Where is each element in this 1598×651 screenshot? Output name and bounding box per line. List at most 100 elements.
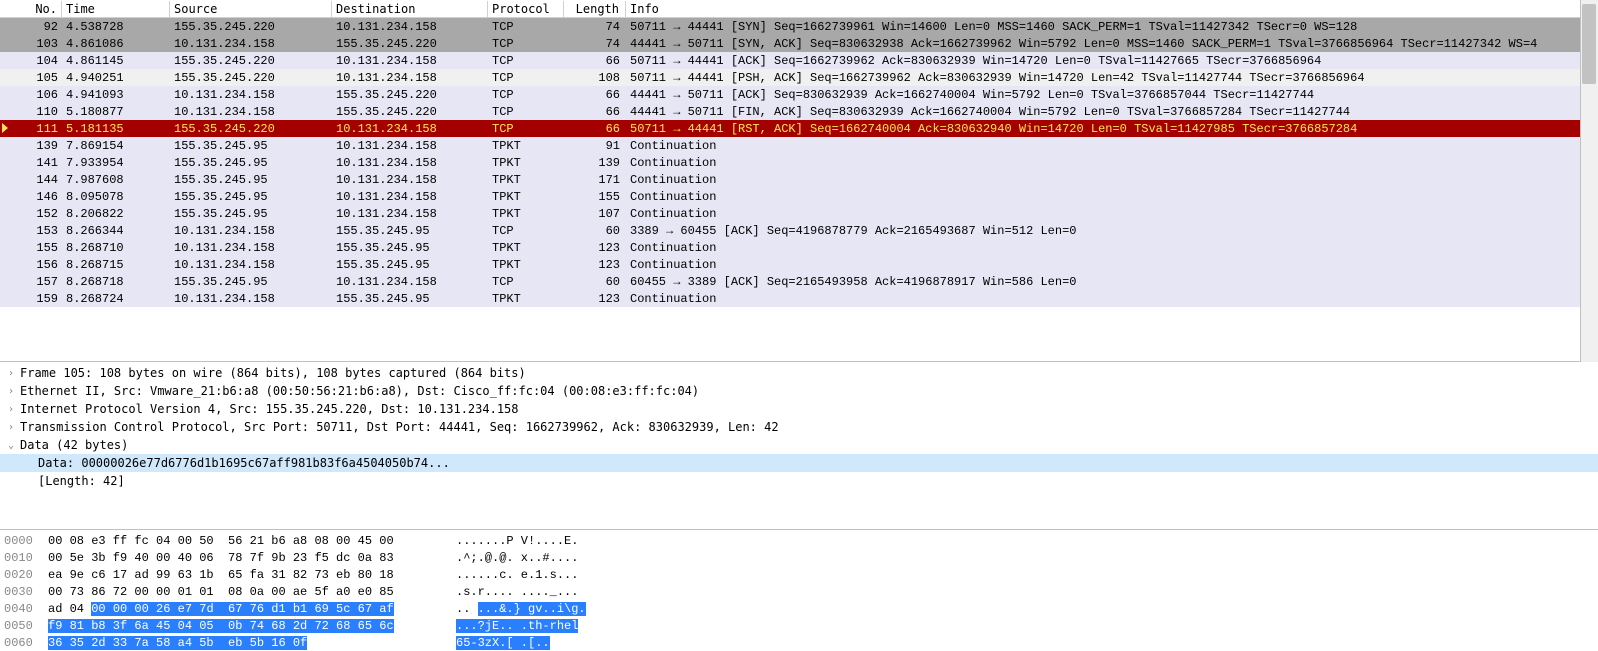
cell-time: 8.268710 xyxy=(62,241,170,255)
scrollbar-thumb[interactable] xyxy=(1582,4,1596,84)
packet-bytes-pane[interactable]: 000000 08 e3 ff fc 04 00 50 56 21 b6 a8 … xyxy=(0,530,1598,651)
cell-len: 66 xyxy=(564,122,626,136)
cell-src: 10.131.234.158 xyxy=(170,292,332,306)
packet-row[interactable]: 1528.206822155.35.245.9510.131.234.158TP… xyxy=(0,205,1598,222)
hex-ascii: ...?jE.. .th-rhel xyxy=(448,619,578,633)
cell-time: 7.869154 xyxy=(62,139,170,153)
cell-no: 111 xyxy=(0,122,62,136)
packet-row[interactable]: 1115.181135155.35.245.22010.131.234.158T… xyxy=(0,120,1598,137)
hex-offset: 0010 xyxy=(4,551,48,565)
cell-src: 10.131.234.158 xyxy=(170,224,332,238)
hex-bytes: 36 35 2d 33 7a 58 a4 5b eb 5b 16 0f xyxy=(48,636,448,650)
packet-row[interactable]: 1558.26871010.131.234.158155.35.245.95TP… xyxy=(0,239,1598,256)
tree-ethernet[interactable]: › Ethernet II, Src: Vmware_21:b6:a8 (00:… xyxy=(0,382,1598,400)
packet-details-pane[interactable]: › Frame 105: 108 bytes on wire (864 bits… xyxy=(0,362,1598,530)
packet-row[interactable]: 1397.869154155.35.245.9510.131.234.158TP… xyxy=(0,137,1598,154)
cell-time: 7.987608 xyxy=(62,173,170,187)
col-header-destination[interactable]: Destination xyxy=(332,1,488,17)
cell-no: 155 xyxy=(0,241,62,255)
chevron-right-icon[interactable]: › xyxy=(4,386,18,397)
col-header-length[interactable]: Length xyxy=(564,1,626,17)
cell-proto: TPKT xyxy=(488,241,564,255)
cell-no: 92 xyxy=(0,20,62,34)
tree-frame[interactable]: › Frame 105: 108 bytes on wire (864 bits… xyxy=(0,364,1598,382)
chevron-right-icon[interactable]: › xyxy=(4,368,18,379)
packet-row[interactable]: 1538.26634410.131.234.158155.35.245.95TC… xyxy=(0,222,1598,239)
packet-row[interactable]: 1064.94109310.131.234.158155.35.245.220T… xyxy=(0,86,1598,103)
cell-no: 105 xyxy=(0,71,62,85)
chevron-down-icon[interactable]: ⌄ xyxy=(4,440,18,451)
col-header-source[interactable]: Source xyxy=(170,1,332,17)
packet-row[interactable]: 1468.095078155.35.245.9510.131.234.158TP… xyxy=(0,188,1598,205)
packet-row[interactable]: 1568.26871510.131.234.158155.35.245.95TP… xyxy=(0,256,1598,273)
packet-row[interactable]: 1578.268718155.35.245.9510.131.234.158TC… xyxy=(0,273,1598,290)
col-header-protocol[interactable]: Protocol xyxy=(488,1,564,17)
packet-row[interactable]: 1034.86108610.131.234.158155.35.245.220T… xyxy=(0,35,1598,52)
packet-row[interactable]: 1105.18087710.131.234.158155.35.245.220T… xyxy=(0,103,1598,120)
hex-row[interactable]: 000000 08 e3 ff fc 04 00 50 56 21 b6 a8 … xyxy=(4,532,1594,549)
cell-src: 155.35.245.95 xyxy=(170,139,332,153)
cell-proto: TCP xyxy=(488,54,564,68)
cell-proto: TPKT xyxy=(488,292,564,306)
cell-no: 144 xyxy=(0,173,62,187)
hex-bytes: 00 73 86 72 00 00 01 01 08 0a 00 ae 5f a… xyxy=(48,585,448,599)
cell-dst: 155.35.245.220 xyxy=(332,37,488,51)
scrollbar[interactable] xyxy=(1580,0,1598,362)
tree-ip[interactable]: › Internet Protocol Version 4, Src: 155.… xyxy=(0,400,1598,418)
col-header-time[interactable]: Time xyxy=(62,1,170,17)
cell-proto: TCP xyxy=(488,71,564,85)
hex-bytes: ea 9e c6 17 ad 99 63 1b 65 fa 31 82 73 e… xyxy=(48,568,448,582)
cell-src: 155.35.245.95 xyxy=(170,156,332,170)
cell-info: Continuation xyxy=(626,258,1598,272)
hex-row[interactable]: 006036 35 2d 33 7a 58 a4 5b eb 5b 16 0f6… xyxy=(4,634,1594,651)
packet-list-header[interactable]: No. Time Source Destination Protocol Len… xyxy=(0,0,1598,18)
hex-ascii: 65-3zX.[ .[.. xyxy=(448,636,550,650)
cell-dst: 10.131.234.158 xyxy=(332,139,488,153)
tree-data-length[interactable]: [Length: 42] xyxy=(0,472,1598,490)
col-header-no[interactable]: No. xyxy=(0,1,62,17)
hex-row[interactable]: 0040ad 04 00 00 00 26 e7 7d 67 76 d1 b1 … xyxy=(4,600,1594,617)
packet-row[interactable]: 924.538728155.35.245.22010.131.234.158TC… xyxy=(0,18,1598,35)
cell-proto: TCP xyxy=(488,105,564,119)
cell-no: 110 xyxy=(0,105,62,119)
tree-ip-text: Internet Protocol Version 4, Src: 155.35… xyxy=(18,402,519,416)
hex-row[interactable]: 001000 5e 3b f9 40 00 40 06 78 7f 9b 23 … xyxy=(4,549,1594,566)
cell-src: 10.131.234.158 xyxy=(170,88,332,102)
cell-info: Continuation xyxy=(626,190,1598,204)
cell-dst: 10.131.234.158 xyxy=(332,122,488,136)
packet-list-pane[interactable]: No. Time Source Destination Protocol Len… xyxy=(0,0,1598,362)
cell-src: 10.131.234.158 xyxy=(170,105,332,119)
packet-row[interactable]: 1417.933954155.35.245.9510.131.234.158TP… xyxy=(0,154,1598,171)
cell-info: Continuation xyxy=(626,173,1598,187)
cell-time: 8.268718 xyxy=(62,275,170,289)
cell-info: 44441 → 50711 [FIN, ACK] Seq=830632939 A… xyxy=(626,105,1598,119)
hex-row[interactable]: 0020ea 9e c6 17 ad 99 63 1b 65 fa 31 82 … xyxy=(4,566,1594,583)
chevron-right-icon[interactable]: › xyxy=(4,404,18,415)
packet-row[interactable]: 1447.987608155.35.245.9510.131.234.158TP… xyxy=(0,171,1598,188)
tree-data-value[interactable]: Data: 00000026e77d6776d1b1695c67aff981b8… xyxy=(0,454,1598,472)
packet-row[interactable]: 1044.861145155.35.245.22010.131.234.158T… xyxy=(0,52,1598,69)
cell-no: 106 xyxy=(0,88,62,102)
cell-len: 66 xyxy=(564,54,626,68)
hex-row[interactable]: 003000 73 86 72 00 00 01 01 08 0a 00 ae … xyxy=(4,583,1594,600)
cell-no: 104 xyxy=(0,54,62,68)
cell-dst: 155.35.245.95 xyxy=(332,292,488,306)
packet-list-body[interactable]: 924.538728155.35.245.22010.131.234.158TC… xyxy=(0,18,1598,307)
cell-proto: TPKT xyxy=(488,190,564,204)
cell-len: 108 xyxy=(564,71,626,85)
cell-time: 8.268715 xyxy=(62,258,170,272)
tree-tcp[interactable]: › Transmission Control Protocol, Src Por… xyxy=(0,418,1598,436)
cell-len: 107 xyxy=(564,207,626,221)
cell-src: 10.131.234.158 xyxy=(170,241,332,255)
tree-data-header[interactable]: ⌄ Data (42 bytes) xyxy=(0,436,1598,454)
cell-proto: TPKT xyxy=(488,156,564,170)
cell-len: 171 xyxy=(564,173,626,187)
col-header-info[interactable]: Info xyxy=(626,1,1598,17)
tree-data-text: Data: 00000026e77d6776d1b1695c67aff981b8… xyxy=(36,456,450,470)
hex-row[interactable]: 0050f9 81 b8 3f 6a 45 04 05 0b 74 68 2d … xyxy=(4,617,1594,634)
packet-row[interactable]: 1598.26872410.131.234.158155.35.245.95TP… xyxy=(0,290,1598,307)
packet-row[interactable]: 1054.940251155.35.245.22010.131.234.158T… xyxy=(0,69,1598,86)
chevron-right-icon[interactable]: › xyxy=(4,422,18,433)
cell-no: 153 xyxy=(0,224,62,238)
cell-time: 8.095078 xyxy=(62,190,170,204)
